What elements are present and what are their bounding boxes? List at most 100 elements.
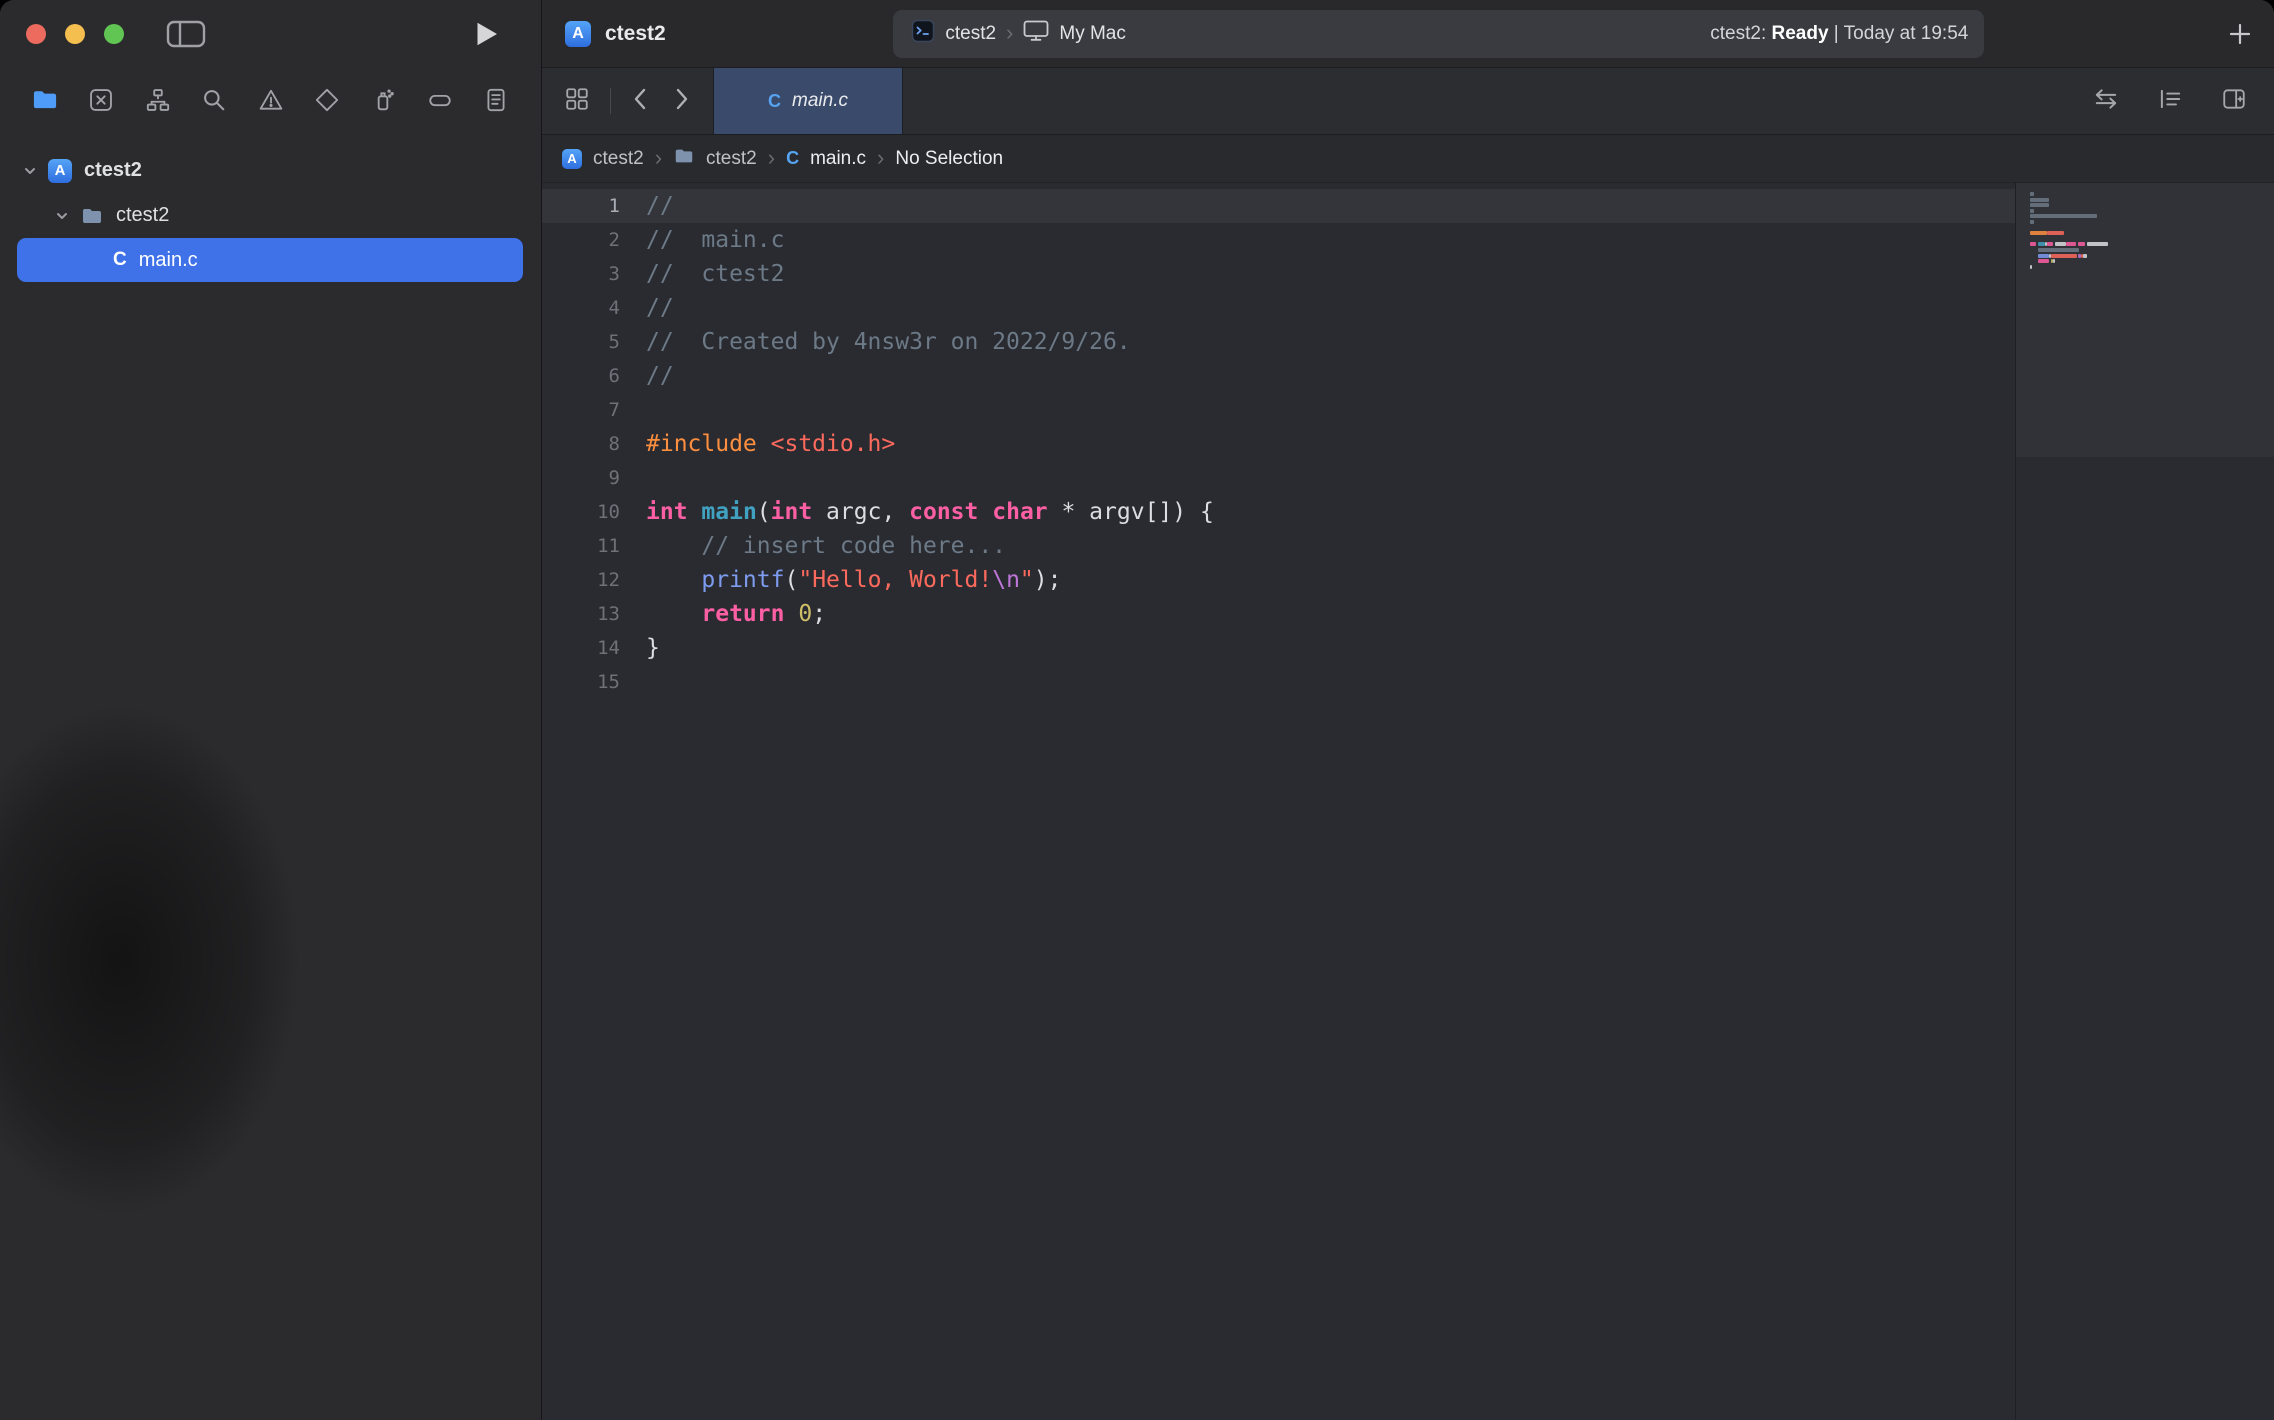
activity-view[interactable]: ctest2 My Mac ctest2: Ready | Today at 1…	[893, 10, 1984, 58]
sidebar-titlebar	[0, 0, 541, 67]
add-editor-icon[interactable]	[2220, 86, 2248, 117]
file-tree: A ctest2 ctest2 C main.c	[0, 133, 541, 282]
tree-item-label: main.c	[139, 249, 198, 272]
line-number: 11	[542, 529, 620, 563]
back-icon[interactable]	[631, 86, 651, 117]
line-number: 15	[542, 665, 620, 699]
line-number: 13	[542, 597, 620, 631]
line-number: 5	[542, 325, 620, 359]
tree-item-folder[interactable]: ctest2	[0, 193, 541, 238]
line-number: 7	[542, 393, 620, 427]
tab-overview-icon[interactable]	[564, 86, 590, 117]
navigator-sidebar: A ctest2 ctest2 C main.c	[0, 0, 542, 1420]
line-number: 1	[542, 189, 620, 223]
code-line[interactable]: 3// ctest2	[542, 257, 2015, 291]
breadcrumb-file[interactable]: main.c	[810, 148, 866, 170]
tab-main-c[interactable]: C main.c	[713, 68, 903, 134]
code-line[interactable]: 9	[542, 461, 2015, 495]
symbol-navigator-icon[interactable]	[141, 83, 175, 117]
line-number: 8	[542, 427, 620, 461]
scheme-name[interactable]: ctest2	[945, 23, 996, 45]
code-line[interactable]: 10int main(int argc, const char * argv[]…	[542, 495, 2015, 529]
tree-item-project[interactable]: A ctest2	[0, 148, 541, 193]
code-line[interactable]: 13 return 0;	[542, 597, 2015, 631]
source-control-navigator-icon[interactable]	[84, 83, 118, 117]
tree-item-label: ctest2	[116, 204, 169, 227]
debug-navigator-icon[interactable]	[366, 83, 400, 117]
minimize-window-button[interactable]	[65, 24, 85, 44]
chevron-separator-icon	[655, 147, 662, 171]
chevron-separator-icon	[1006, 22, 1013, 46]
my-mac-icon	[1023, 19, 1049, 48]
zoom-window-button[interactable]	[104, 24, 124, 44]
code-line[interactable]: 6//	[542, 359, 2015, 393]
source-editor[interactable]: 1//2// main.c3// ctest24//5// Created by…	[542, 183, 2015, 1420]
jump-bar: A ctest2 ctest2 C main.c No Selection	[542, 135, 2274, 183]
tree-item-file-selected[interactable]: C main.c	[17, 238, 523, 282]
code-line[interactable]: 5// Created by 4nsw3r on 2022/9/26.	[542, 325, 2015, 359]
find-navigator-icon[interactable]	[197, 83, 231, 117]
c-file-icon: C	[768, 91, 781, 112]
scheme-icon[interactable]	[911, 19, 935, 49]
breadcrumb-folder[interactable]: ctest2	[706, 148, 757, 170]
report-navigator-icon[interactable]	[479, 83, 513, 117]
project-icon: A	[48, 159, 72, 183]
swap-editor-icon[interactable]	[2092, 86, 2120, 117]
code-line[interactable]: 2// main.c	[542, 223, 2015, 257]
toolbar: A ctest2 ctest2 My Mac ctest2: Ready | T…	[542, 0, 2274, 68]
chevron-separator-icon	[877, 147, 884, 171]
toggle-sidebar-icon[interactable]	[166, 19, 206, 49]
breadcrumb-project[interactable]: ctest2	[593, 148, 644, 170]
tab-bar: C main.c	[542, 68, 2274, 135]
forward-icon[interactable]	[671, 86, 691, 117]
main-area: A ctest2 ctest2 My Mac ctest2: Ready | T…	[542, 0, 2274, 1420]
code-line[interactable]: 15	[542, 665, 2015, 699]
chevron-separator-icon	[768, 147, 775, 171]
test-navigator-icon[interactable]	[310, 83, 344, 117]
tree-item-label: ctest2	[84, 159, 142, 182]
code-line[interactable]: 8#include <stdio.h>	[542, 427, 2015, 461]
minimap[interactable]	[2015, 183, 2274, 1420]
disclosure-chevron-icon[interactable]	[54, 208, 70, 224]
close-window-button[interactable]	[26, 24, 46, 44]
editor-row: 1//2// main.c3// ctest24//5// Created by…	[542, 183, 2274, 1420]
line-number: 12	[542, 563, 620, 597]
editor-options-icon[interactable]	[2156, 86, 2184, 117]
navigator-bar	[0, 67, 541, 133]
line-number: 3	[542, 257, 620, 291]
folder-icon	[80, 204, 104, 228]
line-number: 4	[542, 291, 620, 325]
activity-status: ctest2: Ready | Today at 19:54	[1710, 23, 1968, 45]
code-line[interactable]: 7	[542, 393, 2015, 427]
disclosure-chevron-icon[interactable]	[22, 163, 38, 179]
code-line[interactable]: 12 printf("Hello, World!\n");	[542, 563, 2015, 597]
code-line[interactable]: 11 // insert code here...	[542, 529, 2015, 563]
destination-name[interactable]: My Mac	[1059, 23, 1126, 45]
project-title-group: A ctest2	[565, 21, 666, 47]
issue-navigator-icon[interactable]	[254, 83, 288, 117]
tab-label: main.c	[792, 90, 848, 112]
run-button[interactable]	[475, 21, 499, 47]
folder-icon	[673, 145, 695, 173]
minimap-code	[2016, 183, 2274, 1420]
breadcrumb-selection[interactable]: No Selection	[895, 148, 1003, 170]
code-lines[interactable]: 1//2// main.c3// ctest24//5// Created by…	[542, 189, 2015, 699]
add-button[interactable]	[2226, 20, 2254, 48]
c-file-icon: C	[113, 249, 127, 271]
line-number: 14	[542, 631, 620, 665]
code-line[interactable]: 4//	[542, 291, 2015, 325]
line-number: 10	[542, 495, 620, 529]
breakpoint-navigator-icon[interactable]	[423, 83, 457, 117]
divider	[610, 88, 611, 114]
line-number: 2	[542, 223, 620, 257]
traffic-lights	[26, 24, 124, 44]
project-title: ctest2	[605, 22, 666, 46]
code-line[interactable]: 1//	[542, 189, 2015, 223]
project-icon: A	[562, 149, 582, 169]
line-number: 6	[542, 359, 620, 393]
status-state: Ready	[1772, 23, 1829, 44]
code-line[interactable]: 14}	[542, 631, 2015, 665]
xcode-window: A ctest2 ctest2 C main.c A ctes	[0, 0, 2274, 1420]
project-navigator-icon[interactable]	[28, 83, 62, 117]
project-icon: A	[565, 21, 591, 47]
